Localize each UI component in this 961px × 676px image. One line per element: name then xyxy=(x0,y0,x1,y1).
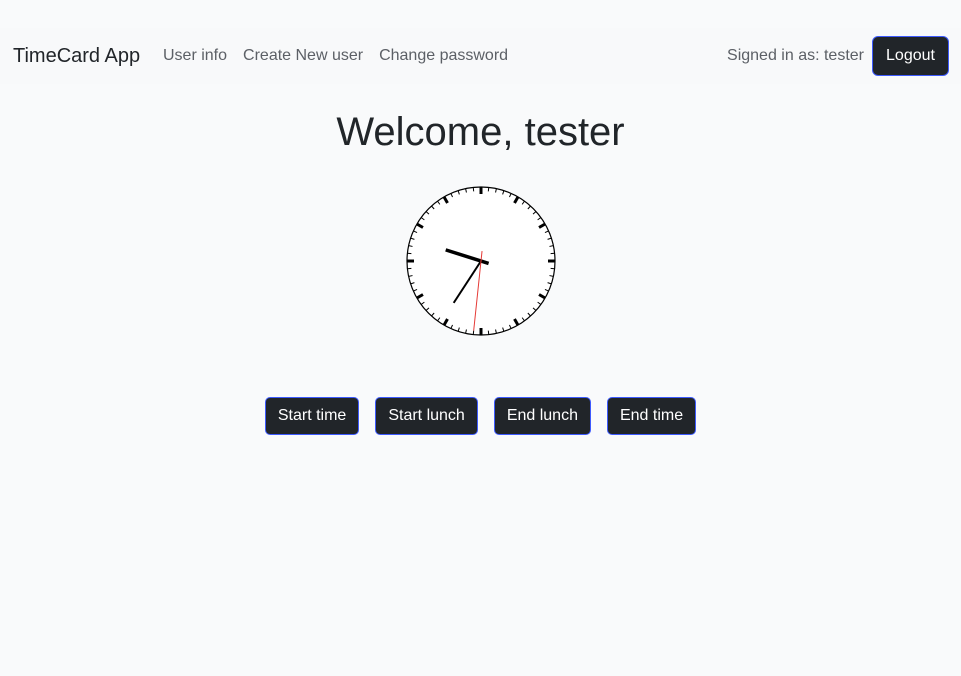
logout-button[interactable]: Logout xyxy=(872,36,949,76)
signed-in-text: Signed in as: tester xyxy=(727,47,864,64)
nav-link-change-password[interactable]: Change password xyxy=(379,47,508,65)
navbar: TimeCard App User info Create New user C… xyxy=(0,28,961,84)
end-lunch-button[interactable]: End lunch xyxy=(493,397,591,435)
page-title: Welcome, tester xyxy=(336,110,625,154)
brand-link[interactable]: TimeCard App xyxy=(13,45,140,68)
nav-link-create-new-user[interactable]: Create New user xyxy=(243,47,363,65)
action-buttons: Start time Start lunch End lunch End tim… xyxy=(0,397,961,435)
nav-links: User info Create New user Change passwor… xyxy=(163,47,508,65)
nav-link-user-info[interactable]: User info xyxy=(163,47,227,65)
start-lunch-button[interactable]: Start lunch xyxy=(375,397,478,435)
end-time-button[interactable]: End time xyxy=(606,397,697,435)
start-time-button[interactable]: Start time xyxy=(264,397,360,435)
analog-clock xyxy=(406,186,556,336)
